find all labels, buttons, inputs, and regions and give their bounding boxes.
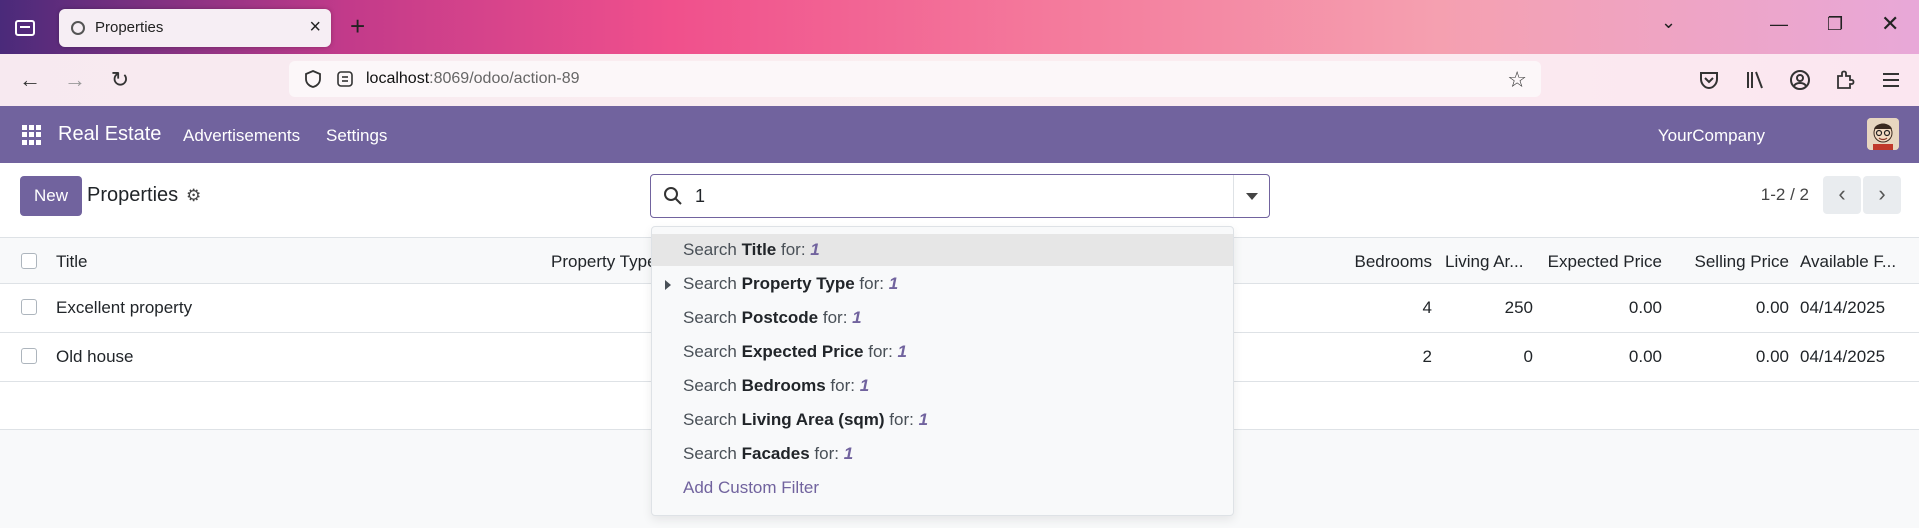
search-option-bedrooms[interactable]: Search Bedrooms for: 1 [652,370,1233,402]
pager-next-button[interactable]: › [1863,176,1901,214]
app-brand[interactable]: Real Estate [58,123,161,146]
odoo-favicon-icon [71,21,85,35]
search-option-postcode[interactable]: Search Postcode for: 1 [652,302,1233,334]
column-living-area[interactable]: Living Ar... [1445,252,1523,272]
new-tab-icon[interactable]: + [350,12,365,40]
gear-icon[interactable]: ⚙ [186,186,201,206]
cell-available-from: 04/14/2025 [1800,298,1886,317]
library-icon[interactable] [1743,68,1767,92]
tab-title: Properties [95,19,164,36]
cell-selling-price: 0.00 [1755,347,1789,366]
select-all-checkbox[interactable] [21,253,37,269]
pocket-icon[interactable] [1697,68,1721,92]
url-text[interactable]: localhost:8069/odoo/action-89 [366,70,580,88]
search-option-facades[interactable]: Search Facades for: 1 [652,438,1233,470]
browser-nav-bar: ← → ↻ localhost:8069/odoo/action-89 ☆ [0,54,1919,106]
pager-previous-button[interactable]: ‹ [1823,176,1861,214]
cell-title: Excellent property [56,298,193,317]
browser-tab-bar: Properties × + ⌄ — ❐ ✕ [0,0,1919,54]
cell-expected-price: 0.00 [1628,298,1662,317]
search-options-toggle[interactable] [1233,175,1269,217]
cell-expected-price: 0.00 [1628,347,1662,366]
search-option-title[interactable]: Search Title for: 1 [652,234,1233,266]
column-expected-price[interactable]: Expected Price [1548,252,1662,272]
column-property-type[interactable]: Property Type [551,252,657,272]
search-input[interactable] [695,183,1195,209]
cell-living-area: 250 [1504,298,1533,317]
close-window-icon[interactable]: ✕ [1881,11,1899,37]
page-info-icon[interactable] [335,69,355,89]
row-checkbox[interactable] [21,348,37,364]
url-bar[interactable]: localhost:8069/odoo/action-89 ☆ [289,61,1541,97]
column-available-from[interactable]: Available F... [1800,252,1896,272]
odoo-main-navbar: Real Estate Advertisements Settings Your… [0,106,1919,163]
bookmark-star-icon[interactable]: ☆ [1507,67,1527,93]
cell-bedrooms: 2 [1422,347,1432,366]
list-all-tabs-icon[interactable]: ⌄ [1661,12,1676,33]
cell-available-from: 04/14/2025 [1800,347,1886,366]
apps-menu-icon[interactable] [22,125,42,145]
menu-icon[interactable] [1879,68,1903,92]
search-option-living-area[interactable]: Search Living Area (sqm) for: 1 [652,404,1233,436]
browser-tab-properties[interactable]: Properties × [59,9,331,47]
new-button[interactable]: New [20,176,82,216]
search-option-property-type[interactable]: Search Property Type for: 1 [652,268,1233,300]
account-icon[interactable] [1788,68,1812,92]
column-bedrooms[interactable]: Bedrooms [1355,252,1432,272]
company-switcher[interactable]: YourCompany [1658,126,1765,146]
back-icon[interactable]: ← [17,67,43,93]
column-title[interactable]: Title [56,252,88,272]
menu-advertisements[interactable]: Advertisements [183,126,300,146]
reload-icon[interactable]: ↻ [107,67,133,93]
page-title: Properties [87,184,179,206]
shield-icon[interactable] [303,69,323,89]
cell-living-area: 0 [1523,347,1533,366]
add-custom-filter-link[interactable]: Add Custom Filter [652,472,1233,504]
column-selling-price[interactable]: Selling Price [1695,252,1790,272]
restore-icon[interactable]: ❐ [1827,14,1843,35]
cell-bedrooms: 4 [1422,298,1432,317]
forward-icon[interactable]: → [62,67,88,93]
search-bar [650,174,1270,218]
extensions-icon[interactable] [1833,68,1857,92]
cell-title: Old house [56,347,134,366]
search-autocomplete-dropdown: Search Title for: 1 Search Property Type… [651,226,1234,516]
tab-list-icon[interactable] [14,16,36,38]
pager-value[interactable]: 1-2 / 2 [1761,185,1809,205]
cell-selling-price: 0.00 [1755,298,1789,317]
user-avatar[interactable] [1867,118,1899,150]
search-icon [664,187,682,205]
minimize-icon[interactable]: — [1770,14,1788,35]
search-option-expected-price[interactable]: Search Expected Price for: 1 [652,336,1233,368]
row-checkbox[interactable] [21,299,37,315]
expand-caret-icon[interactable] [665,280,671,290]
close-tab-icon[interactable]: × [309,16,321,39]
menu-settings[interactable]: Settings [326,126,387,146]
